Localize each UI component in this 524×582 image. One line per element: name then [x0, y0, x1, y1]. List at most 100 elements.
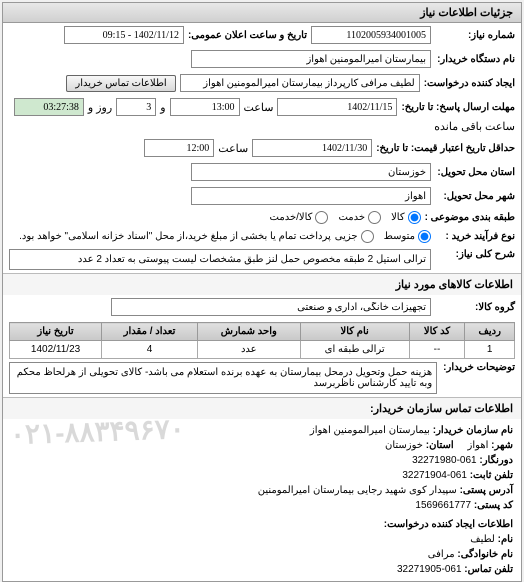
contact-section: نام سازمان خریدار: بیمارستان امیرالمومنی…	[3, 419, 521, 581]
contact-fax: 061-32271980	[412, 455, 477, 466]
th-unit: واحد شمارش	[197, 323, 300, 341]
request-number-label: شماره نیاز:	[435, 30, 515, 41]
general-desc-box: ترالی استیل 2 طبقه مخصوص حمل لنز طبق مشخ…	[9, 249, 431, 270]
row-buyer-org: نام دستگاه خریدار:	[3, 47, 521, 71]
deadline-label: مهلت ارسال پاسخ: تا تاریخ:	[401, 102, 515, 113]
cell-idx: 1	[465, 341, 515, 359]
cell-name: ترالی طبقه ای	[300, 341, 409, 359]
cell-unit: عدد	[197, 341, 300, 359]
expiry-date-input[interactable]	[252, 139, 372, 157]
row-general-desc: شرح کلی نیاز: ترالی استیل 2 طبقه مخصوص ح…	[3, 246, 521, 273]
th-code: کد کالا	[409, 323, 465, 341]
province-input[interactable]	[191, 163, 431, 181]
buyer-notes-label: توضیحات خریدار:	[443, 362, 515, 394]
contact-phone: 061-32271904	[402, 470, 467, 481]
goods-group-label: گروه کالا:	[435, 302, 515, 313]
day-label: روز و	[88, 101, 112, 114]
row-city: شهر محل تحویل:	[3, 184, 521, 208]
buyer-notes-content: هزینه حمل وتحویل درمحل بیمارستان به عهده…	[9, 362, 437, 394]
requester-input[interactable]	[180, 74, 420, 92]
purchase-type-label: نوع فرآیند خرید :	[435, 231, 515, 242]
category-radio-group: کالا خدمت کالا/خدمت	[270, 211, 421, 224]
contact-address: سپیدار کوی شهید رجایی بیمارستان امیرالمو…	[258, 485, 457, 496]
cell-date: 1402/11/23	[10, 341, 102, 359]
th-name: نام کالا	[300, 323, 409, 341]
requester-name-line: نام: لطيف	[11, 532, 513, 547]
requester-surname-line: نام خانوادگی: مرافی	[11, 547, 513, 562]
announce-label: تاریخ و ساعت اعلان عمومی:	[188, 30, 307, 41]
radio-goods-input[interactable]	[408, 211, 421, 224]
radio-goods[interactable]: کالا	[391, 211, 421, 224]
cell-code: --	[409, 341, 465, 359]
goods-group-input[interactable]	[111, 298, 431, 316]
requester-label: ایجاد کننده درخواست:	[424, 78, 515, 89]
announce-input[interactable]	[64, 26, 184, 44]
contact-org-label: نام سازمان خریدار:	[433, 425, 513, 436]
radio-goods-service[interactable]: کالا/خدمت	[270, 211, 329, 224]
contact-address-label: آدرس پستی:	[460, 485, 513, 496]
radio-service[interactable]: خدمت	[338, 211, 381, 224]
requester-phone-line: تلفن تماس: 061-32271905	[11, 562, 513, 577]
city-label: شهر محل تحویل:	[435, 191, 515, 202]
general-desc-label: شرح کلی نیاز:	[435, 249, 515, 260]
requester-name-label: نام:	[498, 534, 513, 545]
goods-table: ردیف کد کالا نام کالا واحد شمارش تعداد /…	[9, 322, 515, 359]
requester-phone: 061-32271905	[397, 564, 462, 575]
contact-fax-label: دورنگار:	[479, 455, 513, 466]
contact-city-prov-line: شهر: اهواز استان: خوزستان	[11, 438, 513, 453]
row-category: طبقه بندی موضوعی : کالا خدمت کالا/خدمت	[3, 208, 521, 227]
goods-section-title: اطلاعات کالاهای مورد نیاز	[3, 273, 521, 295]
row-request-number: شماره نیاز: تاریخ و ساعت اعلان عمومی:	[3, 23, 521, 47]
th-date: تاریخ نیاز	[10, 323, 102, 341]
purchase-type-radio-group: متوسط جزیی	[335, 230, 431, 243]
contact-phone-label: تلفن ثابت:	[470, 470, 513, 481]
contact-phone-line: تلفن ثابت: 061-32271904	[11, 468, 513, 483]
deadline-date-input[interactable]	[277, 98, 397, 116]
radio-medium[interactable]: متوسط	[384, 230, 431, 243]
row-requester: ایجاد کننده درخواست: اطلاعات تماس خریدار	[3, 71, 521, 95]
radio-service-input[interactable]	[368, 211, 381, 224]
main-panel: جزئیات اطلاعات نیاز شماره نیاز: تاریخ و …	[2, 2, 522, 582]
row-goods-group: گروه کالا:	[3, 295, 521, 319]
buyer-org-input[interactable]	[191, 50, 431, 68]
contact-province: خوزستان	[385, 440, 423, 451]
time-label-2: ساعت	[218, 142, 248, 155]
request-number-input[interactable]	[311, 26, 431, 44]
contact-postal-line: کد پستی: 1569661777	[11, 498, 513, 513]
table-row[interactable]: 1 -- ترالی طبقه ای عدد 4 1402/11/23	[10, 341, 515, 359]
province-label: استان محل تحویل:	[435, 167, 515, 178]
contact-province-label: استان:	[426, 440, 454, 451]
row-province: استان محل تحویل:	[3, 160, 521, 184]
panel-title: جزئیات اطلاعات نیاز	[3, 3, 521, 23]
contact-section-title: اطلاعات تماس سازمان خریدار:	[3, 397, 521, 419]
remaining-time-input[interactable]	[14, 98, 84, 116]
contact-city-label: شهر:	[491, 440, 513, 451]
row-purchase-type: نوع فرآیند خرید : متوسط جزیی پرداخت تمام…	[3, 227, 521, 246]
radio-goods-service-input[interactable]	[315, 211, 328, 224]
category-label: طبقه بندی موضوعی :	[425, 212, 515, 223]
time-label-1: ساعت	[244, 101, 274, 114]
contact-info-button[interactable]: اطلاعات تماس خریدار	[66, 75, 175, 92]
city-input[interactable]	[191, 187, 431, 205]
expiry-time-input[interactable]	[144, 139, 214, 157]
buyer-notes-row: توضیحات خریدار: هزینه حمل وتحویل درمحل ب…	[9, 362, 515, 394]
th-qty: تعداد / مقدار	[102, 323, 198, 341]
table-header-row: ردیف کد کالا نام کالا واحد شمارش تعداد /…	[10, 323, 515, 341]
contact-org-line: نام سازمان خریدار: بیمارستان امیرالمومنی…	[11, 423, 513, 438]
radio-medium-input[interactable]	[418, 230, 431, 243]
contact-postal: 1569661777	[415, 500, 471, 511]
remaining-days-input[interactable]	[116, 98, 156, 116]
remain-label: ساعت باقی مانده	[434, 120, 515, 133]
buyer-org-label: نام دستگاه خریدار:	[435, 54, 515, 65]
expiry-label: حداقل تاریخ اعتبار قیمت: تا تاریخ:	[376, 143, 515, 154]
deadline-time-input[interactable]	[170, 98, 240, 116]
contact-org: بیمارستان امیرالمومنین اهواز	[310, 425, 430, 436]
contact-fax-line: دورنگار: 061-32271980	[11, 453, 513, 468]
and-label: و	[160, 101, 165, 114]
requester-surname-label: نام خانوادگی:	[457, 549, 513, 560]
row-expiry: حداقل تاریخ اعتبار قیمت: تا تاریخ: ساعت	[3, 136, 521, 160]
contact-address-line: آدرس پستی: سپیدار کوی شهید رجایی بیمارست…	[11, 483, 513, 498]
radio-minor-input[interactable]	[361, 230, 374, 243]
contact-city: اهواز	[468, 440, 489, 451]
radio-minor[interactable]: جزیی	[335, 230, 374, 243]
